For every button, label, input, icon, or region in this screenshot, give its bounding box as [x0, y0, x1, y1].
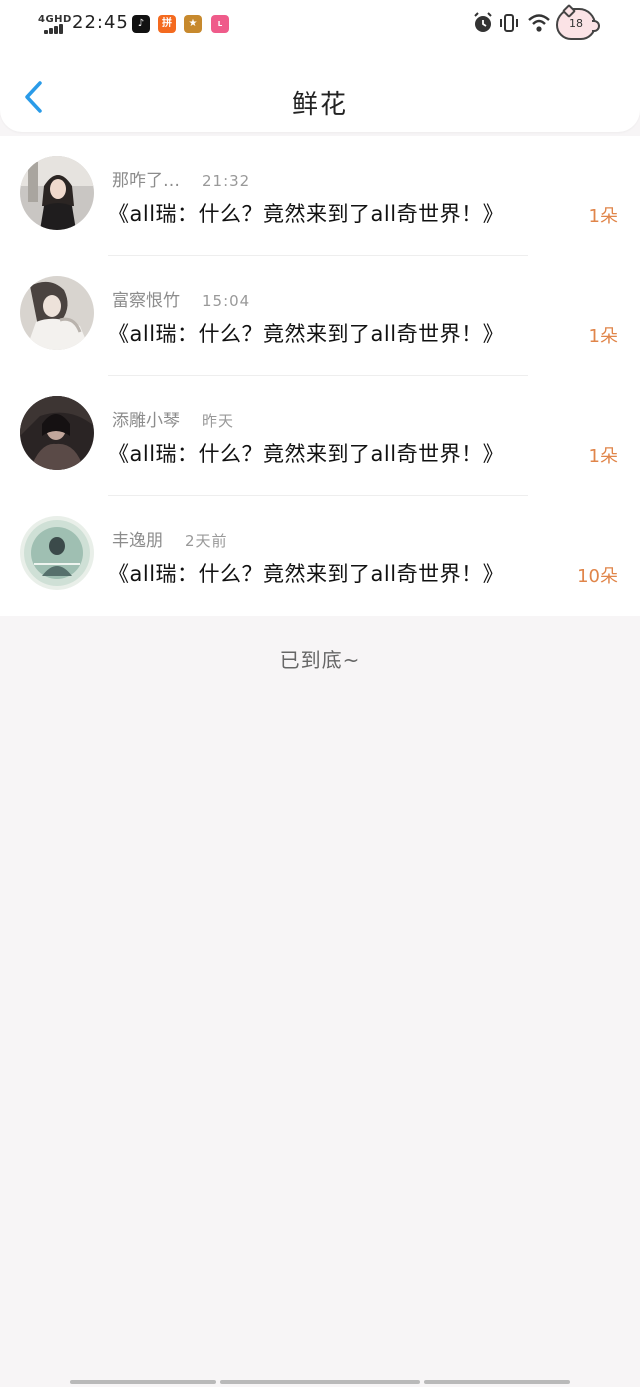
header-area: 4GHD 22:45 ♪ 拼 ★ L 18 鲜花	[0, 0, 640, 132]
flower-quantity: 1朵	[588, 326, 618, 347]
send-time: 15:04	[202, 292, 251, 310]
clock: 22:45	[72, 12, 129, 33]
flower-quantity: 10朵	[577, 566, 618, 587]
sender-meta: 丰逸朋 2天前	[112, 526, 228, 551]
sender-name[interactable]: 那咋了…	[112, 171, 180, 191]
status-bar: 4GHD 22:45 ♪ 拼 ★ L 18	[0, 0, 640, 48]
lofter-app-icon: L	[211, 15, 229, 33]
wifi-icon	[528, 14, 550, 32]
gesture-bar	[220, 1380, 420, 1384]
sender-name[interactable]: 添雕小琴	[112, 411, 180, 431]
send-time: 2天前	[185, 532, 228, 550]
sender-meta: 添雕小琴 昨天	[112, 406, 234, 431]
sender-meta: 富察恨竹 15:04	[112, 286, 250, 311]
work-title[interactable]: 《all瑞：什么？竟然来到了all奇世界！》	[108, 438, 504, 468]
list-item[interactable]: 富察恨竹 15:04 《all瑞：什么？竟然来到了all奇世界！》 1朵	[0, 256, 640, 376]
sender-name[interactable]: 丰逸朋	[112, 531, 163, 551]
list-item[interactable]: 添雕小琴 昨天 《all瑞：什么？竟然来到了all奇世界！》 1朵	[0, 376, 640, 496]
send-time: 昨天	[202, 412, 235, 430]
page-title: 鲜花	[291, 90, 348, 120]
vibrate-icon	[500, 14, 518, 32]
work-title[interactable]: 《all瑞：什么？竟然来到了all奇世界！》	[108, 198, 504, 228]
flower-quantity: 1朵	[588, 206, 618, 227]
avatar[interactable]	[20, 396, 94, 470]
signal-icon	[44, 24, 64, 34]
list-item[interactable]: 丰逸朋 2天前 《all瑞：什么？竟然来到了all奇世界！》 10朵	[0, 496, 640, 616]
avatar[interactable]	[20, 276, 94, 350]
avatar[interactable]	[20, 156, 94, 230]
work-title[interactable]: 《all瑞：什么？竟然来到了all奇世界！》	[108, 558, 504, 588]
send-time: 21:32	[202, 172, 251, 190]
flower-quantity: 1朵	[588, 446, 618, 467]
battery-indicator: 18	[556, 8, 600, 40]
gesture-bar	[70, 1380, 216, 1384]
work-title[interactable]: 《all瑞：什么？竟然来到了all奇世界！》	[108, 318, 504, 348]
alarm-icon	[474, 12, 492, 32]
end-of-list-text: 已到底~	[279, 648, 361, 672]
tiktok-app-icon: ♪	[132, 15, 150, 33]
list-item[interactable]: 那咋了… 21:32 《all瑞：什么？竟然来到了all奇世界！》 1朵	[0, 136, 640, 256]
gesture-bar	[424, 1380, 570, 1384]
sender-name[interactable]: 富察恨竹	[112, 291, 180, 311]
shopping-app-icon: 拼	[158, 15, 176, 33]
game-app-icon: ★	[184, 15, 202, 33]
navigation-bar: 鲜花	[0, 64, 640, 132]
gift-list: 那咋了… 21:32 《all瑞：什么？竟然来到了all奇世界！》 1朵 富察恨竹…	[0, 136, 640, 616]
sender-meta: 那咋了… 21:32	[112, 166, 250, 191]
avatar[interactable]	[20, 516, 94, 590]
